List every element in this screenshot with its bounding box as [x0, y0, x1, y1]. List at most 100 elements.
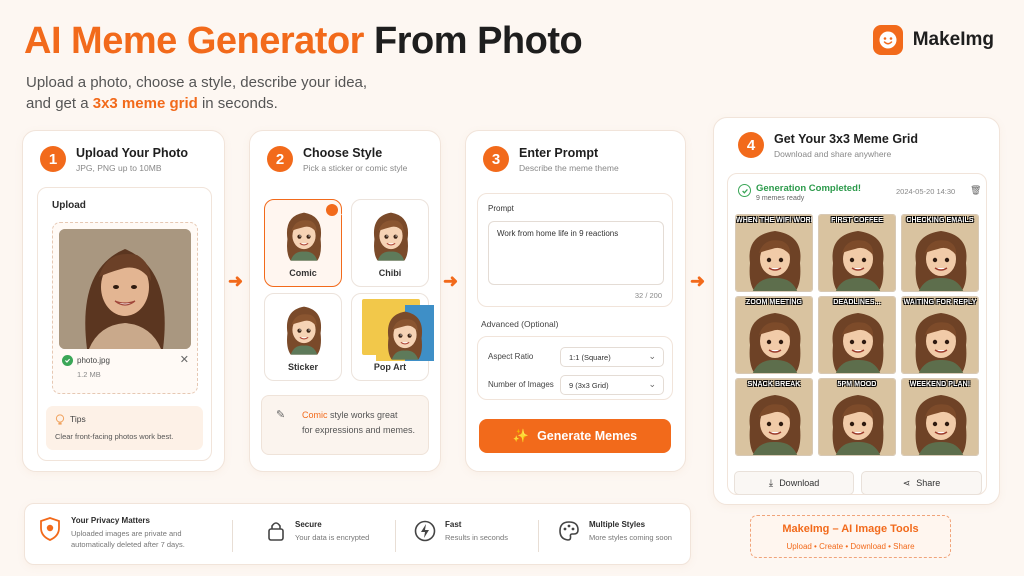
num-images-label: Number of Images — [488, 380, 554, 389]
step-3-number: 3 — [483, 146, 509, 172]
promo-title: MakeImg – AI Image Tools — [782, 523, 919, 535]
palette-icon — [559, 521, 579, 541]
trash-icon[interactable]: 🗑 — [970, 185, 981, 196]
step-4-desc: Download and share anywhere — [774, 149, 892, 159]
share-icon: ⋖ — [902, 477, 911, 488]
download-icon: ⤓ — [768, 477, 774, 489]
style-label: Pop Art — [373, 362, 407, 372]
arrow-right-icon: ➜ — [443, 271, 459, 291]
meme-caption: 5PM MOOD — [837, 381, 877, 388]
meme-tile[interactable]: ZOOM MEETING — [735, 296, 813, 374]
step-1-number: 1 — [40, 146, 66, 172]
style-hint-line-1: Comic style works great — [302, 410, 398, 420]
tips-text: Clear front-facing photos work best. — [55, 432, 174, 441]
style-label: Comic — [289, 268, 317, 278]
subtitle-post: in seconds. — [201, 95, 278, 112]
meme-caption: WAITING FOR REPLY — [903, 299, 977, 306]
prompt-textarea[interactable]: Work from home life in 9 reactions — [488, 221, 664, 285]
upload-panel: Upload photo.jpg 1.2 MB ✕ Tips Clear fro… — [37, 187, 212, 461]
feature-desc-line: Uploaded images are private and — [71, 529, 182, 538]
feature-desc: Results in seconds — [445, 533, 508, 542]
step-4-header: 4 Get Your 3x3 Meme Grid Download and sh… — [738, 132, 918, 159]
advanced-label: Advanced (Optional) — [481, 319, 559, 329]
meme-caption: FIRST COFFEE — [831, 217, 883, 224]
promo-links: Upload • Create • Download • Share — [786, 542, 915, 551]
step-4-card: 4 Get Your 3x3 Meme Grid Download and sh… — [713, 117, 1000, 505]
feature-desc: Uploaded images are private and automati… — [71, 528, 185, 550]
subtitle-line-1: Upload a photo, choose a style, describe… — [26, 74, 368, 91]
lightbulb-icon — [55, 413, 65, 425]
subtitle-pre: and get a — [26, 95, 89, 112]
uploaded-photo — [59, 229, 191, 349]
step-3-card: 3 Enter Prompt Describe the meme theme P… — [465, 130, 686, 472]
download-label: Download — [779, 478, 820, 488]
share-button[interactable]: ⋖ Share — [861, 471, 982, 495]
meme-caption: SNACK BREAK — [747, 381, 801, 388]
meme-tile[interactable]: DEADLINES... — [818, 296, 896, 374]
title-rest: From Photo — [374, 20, 583, 62]
status-text: Generation Completed! — [756, 183, 862, 194]
meme-tile[interactable]: WEEKEND PLAN! — [901, 378, 979, 456]
aspect-ratio-select[interactable]: 1:1 (Square) ⌄ — [560, 347, 664, 367]
check-circle-icon — [738, 184, 751, 197]
tips-title: Tips — [70, 414, 86, 424]
smiley-face-icon — [872, 25, 903, 55]
meme-tile[interactable]: SNACK BREAK — [735, 378, 813, 456]
meme-tile[interactable]: WHEN THE WIFI WORKS — [735, 214, 813, 292]
style-hint-bold: Comic — [302, 410, 328, 420]
aspect-ratio-label: Aspect Ratio — [488, 352, 534, 361]
generate-memes-button[interactable]: ✨ Generate Memes — [479, 419, 671, 453]
step-3-title: Enter Prompt — [519, 146, 599, 160]
num-images-select[interactable]: 9 (3x3 Grid) ⌄ — [560, 375, 664, 395]
generate-button-label: Generate Memes — [537, 429, 638, 443]
char-counter: 32 / 200 — [634, 291, 662, 300]
check-icon — [62, 355, 73, 366]
subtitle-highlight: 3x3 meme grid — [92, 95, 198, 112]
meme-tile[interactable]: 5PM MOOD — [818, 378, 896, 456]
page-subtitle: Upload a photo, choose a style, describe… — [26, 72, 406, 114]
aspect-ratio-value: 1:1 (Square) — [569, 353, 611, 362]
feature-desc-line: automatically deleted after 7 days. — [71, 540, 185, 549]
remove-file-icon[interactable]: ✕ — [180, 353, 189, 366]
brand-name: MakeImg — [912, 29, 994, 50]
promo-box[interactable]: MakeImg – AI Image Tools Upload • Create… — [750, 515, 951, 558]
status-subtext: 9 memes ready — [756, 195, 805, 202]
style-hint-text: style works great — [330, 410, 398, 420]
step-4-number: 4 — [738, 132, 764, 158]
feature-fast: Fast Results in seconds — [414, 520, 508, 543]
style-option-chibi[interactable]: Chibi — [351, 199, 429, 287]
pop-art-preview — [362, 299, 434, 361]
tips-box: Tips Clear front-facing photos work best… — [46, 406, 203, 450]
meme-tile[interactable]: CHECKING EMAILS — [901, 214, 979, 292]
divider — [538, 520, 539, 552]
step-2-desc: Pick a sticker or comic style — [303, 163, 408, 173]
feature-privacy: Your Privacy Matters Uploaded images are… — [38, 516, 185, 550]
download-button[interactable]: ⤓ Download — [734, 471, 854, 495]
style-label: Chibi — [378, 268, 402, 278]
upload-label: Upload — [52, 200, 86, 211]
style-option-pop-art[interactable]: Pop Art — [351, 293, 434, 381]
step-2-card: 2 Choose Style Pick a sticker or comic s… — [249, 130, 441, 472]
chevron-down-icon: ⌄ — [648, 379, 656, 389]
file-name: photo.jpg — [77, 356, 110, 365]
prompt-label: Prompt — [488, 204, 514, 213]
step-2-title: Choose Style — [303, 146, 383, 160]
share-label: Share — [916, 478, 941, 488]
upload-dropzone[interactable]: photo.jpg 1.2 MB ✕ — [52, 222, 198, 394]
meme-caption: WHEN THE WIFI WORKS — [736, 217, 813, 224]
timestamp: 2024-05-20 14:30 — [896, 187, 956, 196]
style-option-comic[interactable]: Comic — [264, 199, 347, 287]
feature-title: Secure — [295, 520, 322, 529]
num-images-value: 9 (3x3 Grid) — [569, 381, 609, 390]
divider — [232, 520, 233, 552]
arrow-right-icon: ➜ — [690, 271, 706, 291]
style-option-sticker[interactable]: Sticker — [264, 293, 342, 381]
results-panel: Generation Completed! 9 memes ready 2024… — [727, 173, 987, 495]
brand[interactable]: MakeImg — [872, 25, 994, 55]
meme-tile[interactable]: FIRST COFFEE — [818, 214, 896, 292]
style-label: Sticker — [287, 362, 319, 372]
title-highlight: AI Meme Generator — [24, 20, 364, 62]
meme-caption: DEADLINES... — [833, 299, 881, 306]
meme-tile[interactable]: WAITING FOR REPLY — [901, 296, 979, 374]
feature-title: Fast — [445, 520, 462, 529]
